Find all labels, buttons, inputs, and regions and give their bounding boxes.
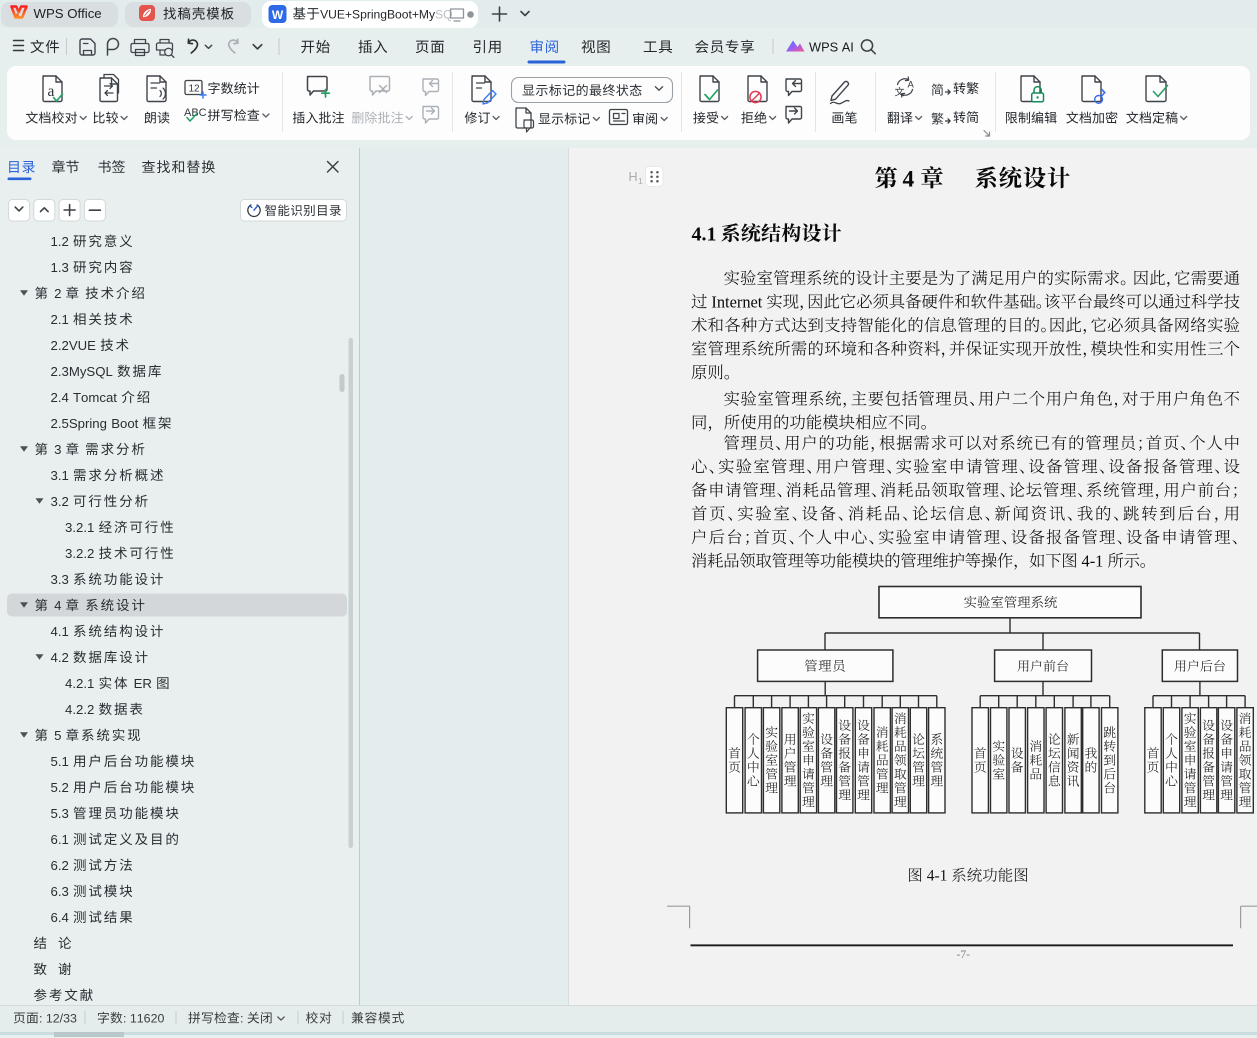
svg-text:3: 3 <box>54 442 61 457</box>
svg-text::: : <box>123 1012 126 1026</box>
svg-text::: : <box>39 1012 42 1026</box>
svg-text:ER: ER <box>134 676 152 691</box>
svg-text:-7-: -7- <box>957 949 971 961</box>
svg-text:2.1: 2.1 <box>51 312 69 327</box>
svg-text:1.2: 1.2 <box>51 234 69 249</box>
svg-text:3.2: 3.2 <box>51 494 69 509</box>
svg-text:2.3MySQL: 2.3MySQL <box>51 364 113 379</box>
svg-text:6.3: 6.3 <box>51 884 69 899</box>
svg-text:6.1: 6.1 <box>51 832 69 847</box>
svg-text:H: H <box>629 170 638 184</box>
svg-text:12/33: 12/33 <box>46 1012 77 1026</box>
svg-text:1.3: 1.3 <box>51 260 69 275</box>
svg-text:4.2: 4.2 <box>51 650 69 665</box>
svg-text:Internet: Internet <box>711 292 762 311</box>
svg-text:4: 4 <box>54 598 61 613</box>
svg-text:4.2.2: 4.2.2 <box>65 702 94 717</box>
svg-text:4.2.1: 4.2.1 <box>65 676 94 691</box>
svg-text:2: 2 <box>54 286 61 301</box>
svg-text:4.1: 4.1 <box>692 223 717 245</box>
svg-text:5.2: 5.2 <box>51 780 69 795</box>
svg-text:2.5Spring: 2.5Spring <box>51 416 107 431</box>
svg-text:6.2: 6.2 <box>51 858 69 873</box>
svg-text:Boot: Boot <box>111 416 138 431</box>
svg-text:WPS AI: WPS AI <box>809 40 854 55</box>
svg-text:5.1: 5.1 <box>51 754 69 769</box>
svg-text:1: 1 <box>638 176 643 186</box>
svg-text::: : <box>240 1012 243 1026</box>
svg-text:VUE+SpringBoot+My: VUE+SpringBoot+My <box>320 8 436 22</box>
svg-text:WPS: WPS <box>34 6 64 21</box>
svg-text:2.4: 2.4 <box>51 390 69 405</box>
svg-text:2.2VUE: 2.2VUE <box>51 338 97 353</box>
svg-text:Office: Office <box>67 6 101 21</box>
svg-text:3.2.1: 3.2.1 <box>65 520 94 535</box>
svg-text:3.1: 3.1 <box>51 468 69 483</box>
svg-text:4-1: 4-1 <box>1082 552 1104 571</box>
svg-text:5: 5 <box>54 728 61 743</box>
svg-text:3.2.2: 3.2.2 <box>65 546 94 561</box>
svg-text:4-1: 4-1 <box>927 868 948 885</box>
svg-text:11620: 11620 <box>130 1012 165 1026</box>
svg-text:4: 4 <box>903 166 915 192</box>
svg-text:5.3: 5.3 <box>51 806 69 821</box>
svg-text:3.3: 3.3 <box>51 572 69 587</box>
svg-text:12: 12 <box>189 84 201 95</box>
svg-text:4.1: 4.1 <box>51 624 69 639</box>
svg-text:W: W <box>272 8 284 22</box>
svg-text:6.4: 6.4 <box>51 910 69 925</box>
svg-text:Tomcat: Tomcat <box>73 390 117 405</box>
svg-text:A: A <box>908 80 915 91</box>
